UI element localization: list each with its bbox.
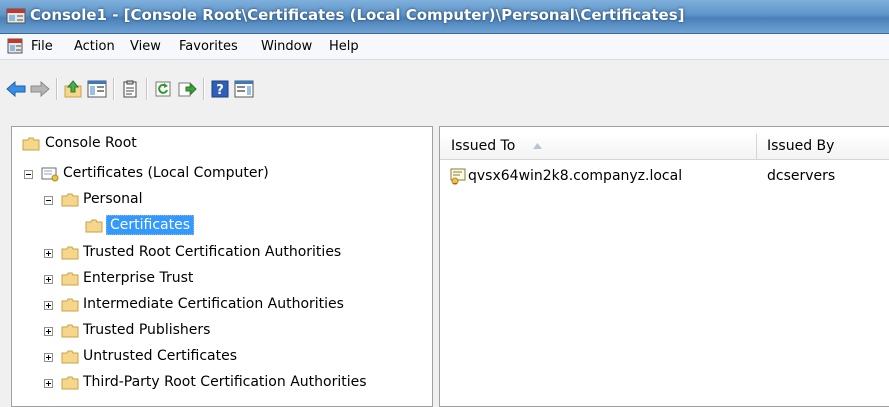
tree-node-label: Untrusted Certificates (83, 348, 237, 364)
menu-help[interactable]: Help (329, 39, 359, 54)
table-row[interactable]: qvsx64win2k8.companyz.local dcservers (440, 165, 889, 187)
tree-node-label: Console Root (45, 135, 137, 151)
expand-toggle[interactable] (44, 353, 53, 362)
up-one-level-icon (64, 80, 82, 98)
tree-node-label: Personal (83, 191, 143, 207)
folder-icon (22, 137, 40, 151)
toolbar-separator (146, 78, 148, 100)
tree-node-console-root[interactable]: Console Root (12, 133, 432, 155)
folder-icon (61, 376, 79, 390)
tree-node-untrusted-certificates[interactable]: Untrusted Certificates (12, 346, 432, 368)
column-header-issued-to[interactable]: Issued To (440, 134, 756, 160)
menu-favorites[interactable]: Favorites (179, 39, 238, 54)
content-area: Console Root Certificates (Local Compute… (0, 126, 889, 407)
export-list-button[interactable] (176, 78, 198, 100)
tree-node-third-party-root-ca[interactable]: Third-Party Root Certification Authoriti… (12, 372, 432, 394)
folder-icon (61, 350, 79, 364)
tree-node-enterprise-trust[interactable]: Enterprise Trust (12, 268, 432, 290)
tree-node-certificates[interactable]: Certificates (12, 215, 432, 237)
menu-view[interactable]: View (130, 39, 161, 54)
mmc-console-icon (6, 8, 26, 24)
back-button[interactable] (5, 78, 27, 100)
tree-node-label: Trusted Publishers (83, 322, 211, 338)
window-title: Console1 - [Console Root\Certificates (L… (30, 6, 685, 24)
folder-icon (61, 324, 79, 338)
show-hide-console-tree-icon (87, 80, 107, 98)
expand-toggle[interactable] (44, 249, 53, 258)
issued-by-cell: dcservers (767, 168, 836, 184)
folder-icon (61, 193, 79, 207)
export-list-icon (178, 82, 197, 97)
tree-node-label-selected: Certificates (106, 215, 195, 235)
tree-node-label: Certificates (Local Computer) (63, 165, 269, 181)
toolbar-separator (203, 78, 205, 100)
open-folder-icon (85, 219, 103, 233)
tree-node-trusted-root-ca[interactable]: Trusted Root Certification Authorities (12, 242, 432, 264)
column-header-issued-by[interactable]: Issued By (757, 134, 889, 160)
help-icon: ? (211, 80, 229, 98)
menu-file[interactable]: File (31, 39, 53, 54)
menu-action[interactable]: Action (74, 39, 115, 54)
tree-node-label: Trusted Root Certification Authorities (83, 244, 342, 260)
expand-toggle[interactable] (44, 301, 53, 310)
collapse-toggle[interactable] (44, 196, 53, 205)
title-bar: Console1 - [Console Root\Certificates (L… (0, 0, 889, 34)
toolbar: ? (0, 60, 889, 126)
tree-node-intermediate-ca[interactable]: Intermediate Certification Authorities (12, 294, 432, 316)
refresh-icon (155, 81, 171, 97)
help-button[interactable]: ? (209, 78, 231, 100)
refresh-button[interactable] (152, 78, 174, 100)
collapse-toggle[interactable] (24, 170, 33, 179)
tree-node-label: Enterprise Trust (83, 270, 194, 286)
column-header-label: Issued To (451, 138, 516, 154)
tree-node-personal[interactable]: Personal (12, 189, 432, 211)
forward-icon (30, 81, 50, 97)
sort-ascending-icon (533, 143, 542, 149)
menu-window[interactable]: Window (261, 39, 312, 54)
column-header-label: Issued By (767, 138, 835, 154)
issued-to-cell: qvsx64win2k8.companyz.local (468, 168, 683, 184)
properties-button[interactable] (119, 78, 141, 100)
certificate-store-icon (41, 167, 59, 182)
back-icon (6, 81, 26, 97)
tree-node-label: Intermediate Certification Authorities (83, 296, 344, 312)
folder-icon (61, 272, 79, 286)
show-hide-action-pane-icon (234, 80, 254, 98)
up-one-level-button[interactable] (62, 78, 84, 100)
tree-node-trusted-publishers[interactable]: Trusted Publishers (12, 320, 432, 342)
properties-icon (123, 80, 137, 98)
tree-node-label: Third-Party Root Certification Authoriti… (83, 374, 367, 390)
result-list[interactable]: Issued To Issued By qvsx64win2k8.company… (439, 126, 889, 407)
folder-icon (61, 246, 79, 260)
show-hide-action-pane-button[interactable] (233, 78, 255, 100)
expand-toggle[interactable] (44, 327, 53, 336)
expand-toggle[interactable] (44, 379, 53, 388)
console-document-icon[interactable] (7, 38, 23, 54)
svg-text:?: ? (216, 83, 224, 98)
folder-icon (61, 298, 79, 312)
console-tree[interactable]: Console Root Certificates (Local Compute… (11, 126, 433, 407)
tree-node-certificates-local-computer[interactable]: Certificates (Local Computer) (12, 163, 432, 185)
forward-button[interactable] (29, 78, 51, 100)
expand-toggle[interactable] (44, 275, 53, 284)
toolbar-separator (56, 78, 58, 100)
menu-bar: File Action View Favorites Window Help (0, 34, 889, 60)
show-hide-console-tree-button[interactable] (86, 78, 108, 100)
toolbar-separator (113, 78, 115, 100)
certificate-icon (450, 168, 466, 185)
